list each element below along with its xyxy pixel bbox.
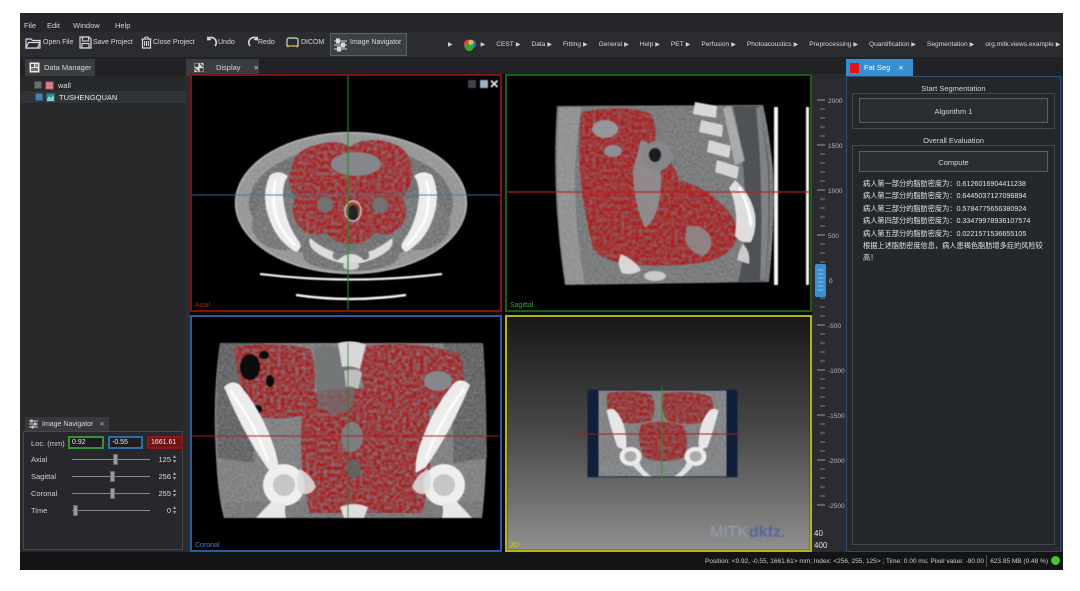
svg-text:MITK: MITK (710, 524, 749, 541)
svg-text:400: 400 (814, 541, 828, 550)
svg-text:-2000: -2000 (828, 458, 845, 465)
svg-text:1000: 1000 (828, 188, 843, 195)
svg-text:-500: -500 (828, 323, 841, 330)
svg-text:40: 40 (814, 529, 823, 538)
svg-text:1500: 1500 (828, 143, 843, 150)
svg-text:dkfz.: dkfz. (749, 524, 785, 541)
svg-text:-1500: -1500 (828, 413, 845, 420)
svg-text:-2500: -2500 (828, 503, 845, 510)
svg-text:-1000: -1000 (828, 368, 845, 375)
svg-text:0: 0 (829, 278, 833, 285)
svg-text:2000: 2000 (828, 98, 843, 105)
svg-text:500: 500 (828, 233, 839, 240)
